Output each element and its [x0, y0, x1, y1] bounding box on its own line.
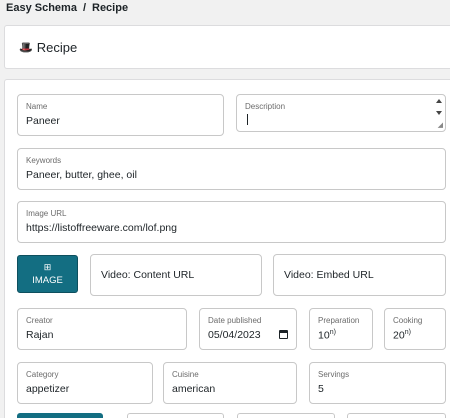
category-label: Category — [26, 370, 59, 379]
image-url-label: Image URL — [26, 209, 67, 218]
cooking-value-wrap: 20n) — [393, 329, 411, 342]
next-row-field-1[interactable] — [127, 413, 224, 418]
cuisine-value: american — [172, 383, 216, 395]
breadcrumb-current: Recipe — [92, 2, 129, 14]
preparation-field[interactable]: Preparation 10n) — [309, 308, 373, 350]
preparation-value-wrap: 10n) — [318, 329, 336, 342]
breadcrumb-root[interactable]: Easy Schema — [6, 2, 77, 14]
page-title-text: Recipe — [36, 40, 78, 55]
name-label: Name — [26, 102, 48, 111]
servings-field[interactable]: Servings 5 — [309, 362, 446, 404]
cooking-suffix: n) — [404, 329, 411, 336]
resize-handle-icon[interactable]: ◢ — [438, 122, 443, 129]
page-title: 🎩 Recipe — [19, 40, 77, 55]
page-header: 🎩 Recipe — [4, 25, 450, 69]
date-published-field[interactable]: Date published 05/04/2023 — [199, 308, 297, 350]
description-label: Description — [245, 102, 286, 111]
preparation-value: 10 — [318, 329, 330, 342]
image-add-icon: ⊞ — [43, 261, 52, 272]
scroll-down-icon[interactable] — [436, 111, 442, 115]
keywords-label: Keywords — [26, 156, 62, 165]
chef-hat-icon: 🎩 — [19, 42, 33, 54]
keywords-value: Paneer, butter, ghee, oil — [26, 169, 137, 181]
breadcrumb-separator: / — [82, 2, 86, 14]
cuisine-label: Cuisine — [172, 370, 199, 379]
servings-label: Servings — [318, 370, 350, 379]
next-row-field-2[interactable] — [237, 413, 335, 418]
date-published-label: Date published — [208, 316, 262, 325]
preparation-label: Preparation — [318, 316, 360, 325]
scroll-up-icon[interactable] — [436, 99, 442, 103]
creator-label: Creator — [26, 316, 53, 325]
video-embed-url-field[interactable]: Video: Embed URL — [273, 254, 446, 296]
calendar-icon[interactable] — [279, 330, 288, 339]
name-value: Paneer — [26, 115, 60, 127]
cooking-label: Cooking — [393, 316, 423, 325]
cooking-field[interactable]: Cooking 20n) — [384, 308, 446, 350]
cooking-value: 20 — [393, 329, 405, 342]
category-field[interactable]: Category appetizer — [17, 362, 153, 404]
cuisine-field[interactable]: Cuisine american — [163, 362, 297, 404]
image-button-label: IMAGE — [32, 274, 63, 286]
category-value: appetizer — [26, 383, 70, 395]
name-field[interactable]: Name Paneer — [17, 94, 224, 136]
date-published-value: 05/04/2023 — [208, 329, 261, 341]
description-field[interactable]: Description ◢ — [236, 94, 446, 132]
creator-value: Rajan — [26, 329, 54, 341]
creator-field[interactable]: Creator Rajan — [17, 308, 187, 350]
text-caret — [247, 114, 248, 125]
next-row-field-3[interactable] — [347, 413, 446, 418]
breadcrumb: Easy Schema / Recipe — [6, 2, 128, 14]
video-embed-url-placeholder: Video: Embed URL — [284, 269, 374, 281]
servings-value: 5 — [318, 383, 324, 395]
video-content-url-placeholder: Video: Content URL — [101, 269, 195, 281]
preparation-suffix: n) — [329, 329, 336, 336]
video-content-url-field[interactable]: Video: Content URL — [90, 254, 262, 296]
keywords-field[interactable]: Keywords Paneer, butter, ghee, oil — [17, 148, 446, 190]
image-url-value: https://listoffreeware.com/lof.png — [26, 222, 177, 234]
image-button[interactable]: ⊞ IMAGE — [17, 255, 78, 293]
image-url-field[interactable]: Image URL https://listoffreeware.com/lof… — [17, 201, 446, 243]
next-row-button[interactable] — [17, 413, 103, 418]
